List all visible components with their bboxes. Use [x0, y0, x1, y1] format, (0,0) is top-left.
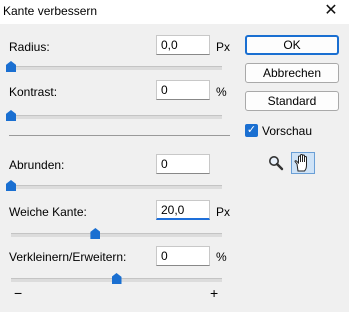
weiche-kante-input[interactable]: 20,0	[156, 200, 210, 220]
weiche-kante-slider-thumb[interactable]	[90, 228, 101, 239]
verkleinern-erweitern-label: Verkleinern/Erweitern:	[9, 250, 127, 264]
verkleinern-erweitern-slider-thumb[interactable]	[111, 273, 122, 284]
weiche-kante-slider-track[interactable]	[11, 233, 222, 237]
separator	[9, 135, 230, 136]
radius-slider-thumb[interactable]	[6, 61, 16, 72]
weiche-kante-label: Weiche Kante:	[9, 205, 87, 219]
hand-tool-button[interactable]	[291, 152, 315, 174]
preview-checkbox[interactable]: ✓	[245, 124, 258, 137]
abrunden-label: Abrunden:	[9, 158, 65, 172]
window-title: Kante verbessern	[3, 4, 98, 18]
minus-label: −	[14, 285, 23, 301]
kontrast-slider-track[interactable]	[11, 115, 222, 119]
radius-label: Radius:	[9, 40, 50, 54]
title-bar: Kante verbessern ✕	[0, 0, 349, 24]
ok-button[interactable]: OK	[245, 35, 339, 55]
close-icon[interactable]: ✕	[321, 1, 341, 21]
weiche-kante-unit: Px	[216, 205, 231, 219]
abrunden-slider-track[interactable]	[11, 185, 222, 189]
default-button[interactable]: Standard	[245, 91, 339, 111]
radius-slider-track[interactable]	[11, 66, 222, 70]
kontrast-input[interactable]: 0	[156, 80, 210, 100]
abrunden-slider-thumb[interactable]	[6, 180, 16, 191]
abrunden-input[interactable]: 0	[156, 154, 210, 174]
cancel-button[interactable]: Abbrechen	[245, 63, 339, 83]
kontrast-unit: %	[216, 85, 227, 99]
verkleinern-erweitern-unit: %	[216, 250, 227, 264]
hand-icon	[294, 153, 307, 172]
radius-input[interactable]: 0,0	[156, 35, 210, 55]
plus-label: +	[210, 285, 219, 301]
zoom-icon[interactable]	[268, 155, 284, 171]
preview-label[interactable]: Vorschau	[262, 124, 312, 138]
kontrast-label: Kontrast:	[9, 85, 58, 99]
radius-unit: Px	[216, 40, 231, 54]
kontrast-slider-thumb[interactable]	[6, 110, 16, 121]
verkleinern-erweitern-input[interactable]: 0	[156, 246, 210, 266]
